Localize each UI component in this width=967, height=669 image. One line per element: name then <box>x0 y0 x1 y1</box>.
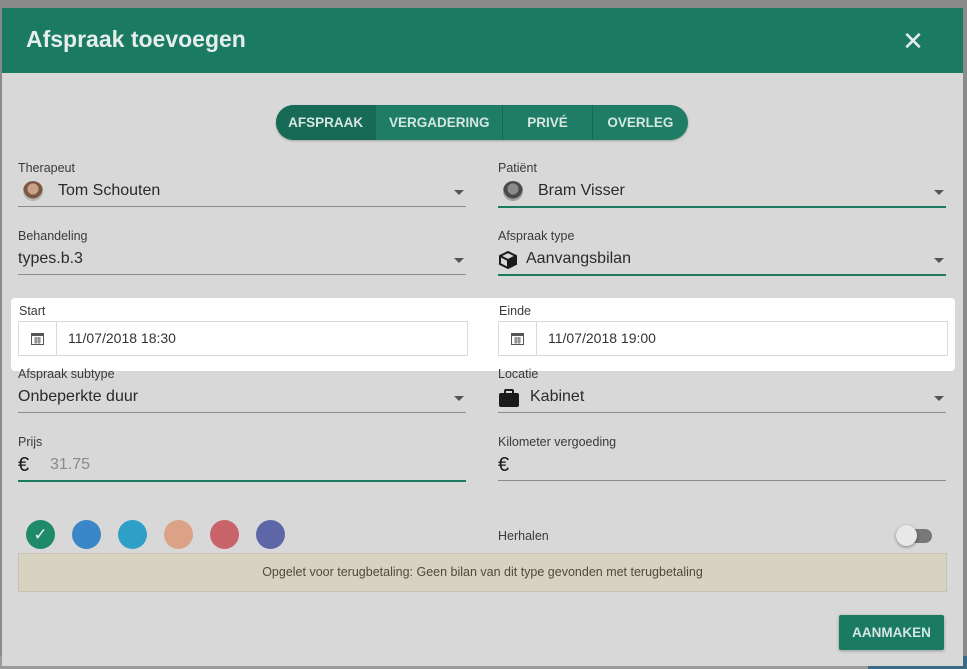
subtype-value: Onbeperkte duur <box>18 388 139 405</box>
tab-vergadering[interactable]: VERGADERING <box>375 105 502 140</box>
behandeling-select[interactable]: types.b.3 <box>18 248 466 275</box>
kilometer-input[interactable]: € <box>498 454 946 481</box>
tab-overleg[interactable]: OVERLEG <box>591 105 688 140</box>
dialog-title: Afspraak toevoegen <box>26 26 246 52</box>
kilometer-label: Kilometer vergoeding <box>498 435 617 449</box>
therapeut-value: Tom Schouten <box>58 182 161 199</box>
color-swatch[interactable] <box>72 520 101 549</box>
patient-select[interactable]: Bram Visser <box>498 180 946 208</box>
chevron-down-icon <box>454 190 464 195</box>
check-icon: ✓ <box>33 525 48 544</box>
chevron-down-icon <box>934 258 944 263</box>
color-swatch[interactable]: ✓ <box>26 520 55 549</box>
start-value: 11/07/2018 18:30 <box>68 330 176 346</box>
dialog-header: Afspraak toevoegen ✕ <box>2 8 963 73</box>
einde-datetime-input[interactable]: 11/07/2018 19:00 <box>498 321 948 356</box>
avatar <box>23 181 43 201</box>
euro-icon: € <box>498 454 510 476</box>
appointment-dialog: Afspraak toevoegen ✕ AFSPRAAK VERGADERIN… <box>2 8 963 666</box>
avatar <box>503 181 523 201</box>
chevron-down-icon <box>454 258 464 263</box>
color-swatch[interactable] <box>164 520 193 549</box>
einde-label: Einde <box>499 304 531 318</box>
prijs-input[interactable]: € 31.75 <box>18 454 466 482</box>
einde-value: 11/07/2018 19:00 <box>548 330 656 346</box>
afspraak-type-value: Aanvangsbilan <box>526 250 631 267</box>
calendar-icon[interactable] <box>499 322 537 355</box>
prijs-value: 31.75 <box>50 456 91 473</box>
herhalen-label: Herhalen <box>498 529 549 543</box>
briefcase-icon <box>499 389 519 407</box>
prijs-label: Prijs <box>18 435 43 449</box>
subtype-select[interactable]: Onbeperkte duur <box>18 386 466 413</box>
therapeut-label: Therapeut <box>18 161 75 175</box>
close-icon[interactable]: ✕ <box>900 28 926 54</box>
euro-icon: € <box>18 454 30 476</box>
behandeling-label: Behandeling <box>18 229 88 243</box>
reimbursement-notice: Opgelet voor terugbetaling: Geen bilan v… <box>18 553 947 592</box>
chevron-down-icon <box>934 396 944 401</box>
date-row: Start 11/07/2018 18:30 Einde 11/07/2018 … <box>11 298 955 371</box>
cube-icon <box>499 250 517 270</box>
tab-afspraak[interactable]: AFSPRAAK <box>276 105 376 140</box>
color-swatch[interactable] <box>210 520 239 549</box>
locatie-value: Kabinet <box>530 388 585 405</box>
locatie-select[interactable]: Kabinet <box>498 386 946 413</box>
create-button[interactable]: AANMAKEN <box>839 615 944 650</box>
therapeut-select[interactable]: Tom Schouten <box>18 180 466 207</box>
tab-prive[interactable]: PRIVÉ <box>502 105 591 140</box>
chevron-down-icon <box>934 190 944 195</box>
afspraak-type-label: Afspraak type <box>498 229 575 243</box>
afspraak-type-select[interactable]: Aanvangsbilan <box>498 248 946 276</box>
start-label: Start <box>19 304 46 318</box>
color-swatch[interactable] <box>118 520 147 549</box>
color-swatch[interactable] <box>256 520 285 549</box>
patient-label: Patiënt <box>498 161 537 175</box>
chevron-down-icon <box>454 396 464 401</box>
behandeling-value: types.b.3 <box>18 250 83 267</box>
herhalen-toggle-knob[interactable] <box>896 525 917 546</box>
subtype-label: Afspraak subtype <box>18 367 115 381</box>
start-datetime-input[interactable]: 11/07/2018 18:30 <box>18 321 468 356</box>
locatie-label: Locatie <box>498 367 539 381</box>
calendar-icon[interactable] <box>19 322 57 355</box>
patient-value: Bram Visser <box>538 182 625 199</box>
appointment-kind-tabs: AFSPRAAK VERGADERING PRIVÉ OVERLEG <box>276 105 688 140</box>
